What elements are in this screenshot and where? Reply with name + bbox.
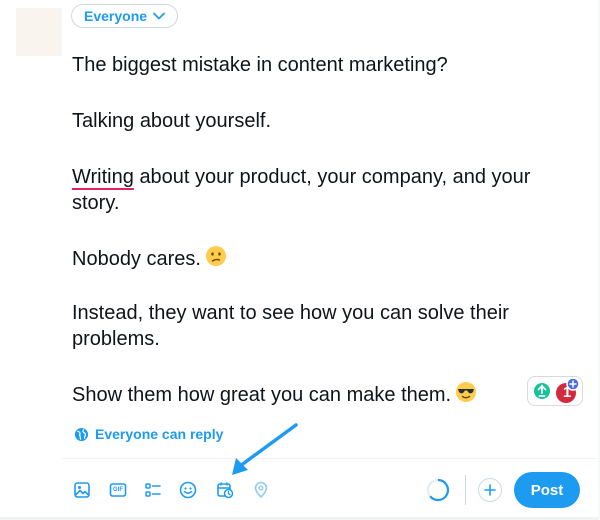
gif-icon-label: GIF xyxy=(113,487,123,493)
post-paragraph: Nobody cares. xyxy=(72,245,227,274)
toolbar-vertical-divider xyxy=(465,475,466,505)
post-paragraph-text: Show them how great you can make them. xyxy=(72,383,452,406)
audience-label: Everyone xyxy=(84,8,148,24)
avatar[interactable] xyxy=(16,8,62,56)
reply-setting-button[interactable]: Everyone can reply xyxy=(74,426,223,442)
composer-toolbar: GIF Post xyxy=(62,472,600,508)
poll-icon[interactable] xyxy=(139,476,167,504)
emoji-icon[interactable] xyxy=(174,476,202,504)
annotation-arrow-icon xyxy=(232,423,298,475)
location-icon[interactable] xyxy=(247,476,275,504)
chevron-down-icon xyxy=(153,12,165,20)
post-composer: Everyone The biggest mistake in content … xyxy=(0,0,600,520)
post-paragraph-text: Nobody cares. xyxy=(72,247,201,270)
toolbar-divider xyxy=(62,458,600,459)
grammar-assistant-widget[interactable]: 1 xyxy=(527,376,583,406)
confused-face-emoji-icon xyxy=(205,245,227,274)
post-paragraph: Talking about yourself. xyxy=(72,110,272,132)
post-paragraph: Show them how great you can make them. xyxy=(72,381,477,410)
plus-icon xyxy=(484,484,496,496)
post-paragraph: The biggest mistake in content marketing… xyxy=(72,54,448,76)
reply-setting-label: Everyone can reply xyxy=(95,426,224,442)
gif-icon[interactable]: GIF xyxy=(104,476,132,504)
post-paragraph: Writing about your product, your company… xyxy=(72,164,562,216)
post-button[interactable]: Post xyxy=(514,472,580,508)
add-post-button[interactable] xyxy=(478,478,502,502)
audience-selector-button[interactable]: Everyone xyxy=(71,4,179,28)
misspelled-word[interactable]: Writing xyxy=(72,166,134,188)
post-paragraph-text: about your product, your company, and yo… xyxy=(72,166,531,214)
image-icon[interactable] xyxy=(68,476,96,504)
post-paragraph: Instead, they want to see how you can so… xyxy=(72,302,509,350)
globe-icon xyxy=(74,427,89,441)
grammar-issue-count: 1 xyxy=(562,384,572,401)
schedule-icon[interactable] xyxy=(211,476,239,504)
sunglasses-face-emoji-icon xyxy=(455,381,477,410)
character-counter-icon xyxy=(426,478,450,502)
